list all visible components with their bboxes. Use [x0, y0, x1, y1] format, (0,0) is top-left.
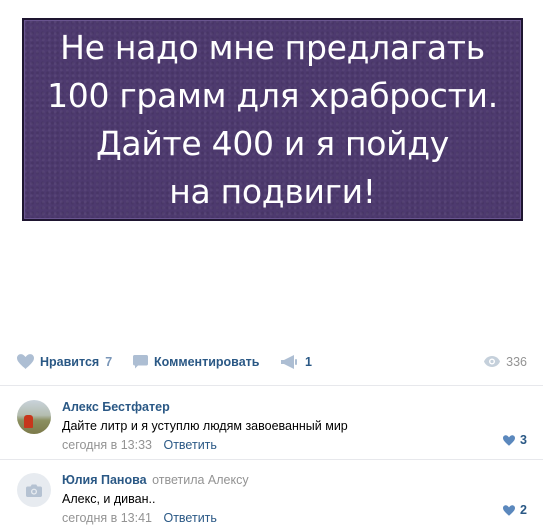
caption-line: Дайте 400 и я пойду — [95, 123, 450, 163]
comment-meta: сегодня в 13:33 Ответить — [62, 438, 527, 452]
comment-button[interactable]: Комментировать — [133, 354, 260, 369]
comment-label: Комментировать — [154, 354, 260, 369]
comment-text: Алекс, и диван.. — [62, 492, 156, 506]
comment-time[interactable]: сегодня в 13:33 — [62, 438, 152, 452]
comment-body: Юлия Панова ответила Алексу Алекс, и див… — [62, 473, 527, 525]
heart-icon — [17, 354, 34, 369]
caption-line: на подвиги! — [169, 171, 376, 211]
avatar-figure — [24, 415, 33, 428]
caption-line: Не надо мне предлагать — [60, 27, 485, 67]
like-label: Нравится — [40, 354, 100, 369]
comment-like-count: 3 — [520, 433, 527, 447]
heart-icon — [503, 504, 516, 516]
comment-like-button[interactable]: 2 — [503, 503, 527, 517]
comment-like-count: 2 — [520, 503, 527, 517]
comment: Алекс Бестфатер Дайте литр и я уступлю л… — [0, 387, 543, 460]
reply-button[interactable]: Ответить — [163, 511, 216, 525]
like-count: 7 — [105, 354, 113, 369]
comment-like-button[interactable]: 3 — [503, 433, 527, 447]
like-button[interactable]: Нравится 7 — [17, 354, 112, 369]
comment-author[interactable]: Алекс Бестфатер — [62, 400, 170, 414]
comment-text: Дайте литр и я уступлю людям завоеванный… — [62, 419, 348, 433]
views-count: 336 — [506, 354, 527, 369]
views-counter: 336 — [484, 355, 527, 369]
share-button[interactable]: 1 — [281, 354, 312, 369]
comment: Юлия Панова ответила Алексу Алекс, и див… — [0, 460, 543, 529]
share-count: 1 — [305, 354, 312, 369]
comment-icon — [133, 354, 148, 368]
eye-icon — [484, 356, 501, 367]
caption-line: 100 грамм для храбрости. — [47, 75, 498, 115]
heart-icon — [503, 434, 516, 446]
replied-to[interactable]: ответила Алексу — [152, 473, 249, 487]
post-image[interactable]: Не надо мне предлагать 100 грамм для хра… — [22, 18, 523, 221]
comment-body: Алекс Бестфатер Дайте литр и я уступлю л… — [62, 400, 527, 452]
megaphone-icon — [281, 354, 297, 369]
comment-time[interactable]: сегодня в 13:41 — [62, 511, 152, 525]
reply-button[interactable]: Ответить — [163, 438, 216, 452]
avatar[interactable] — [17, 400, 51, 434]
avatar[interactable] — [17, 473, 51, 507]
comment-author[interactable]: Юлия Панова — [62, 473, 147, 487]
camera-icon — [26, 484, 42, 497]
post-image-caption: Не надо мне предлагать 100 грамм для хра… — [47, 24, 498, 216]
comment-meta: сегодня в 13:41 Ответить — [62, 511, 527, 525]
post-actions-bar: Нравится 7 Комментировать 1 336 — [0, 338, 543, 386]
